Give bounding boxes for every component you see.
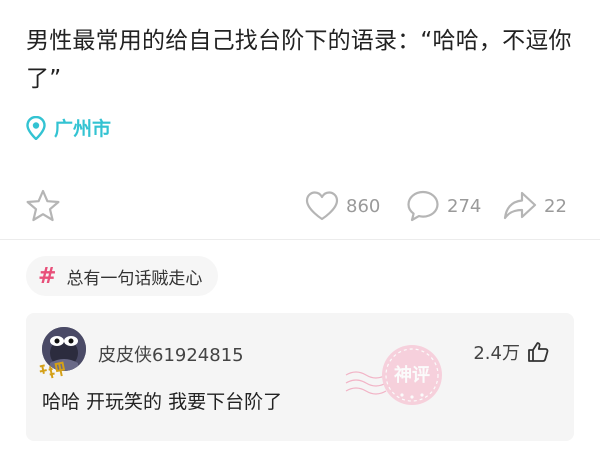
post-card: 男性最常用的给自己找台阶下的语录：“哈哈，不逗你了” 广州市 860 274 2… xyxy=(0,0,600,240)
location-tag[interactable]: 广州市 xyxy=(26,114,111,141)
comment-button[interactable]: 274 xyxy=(405,188,481,224)
topic-chip[interactable]: # 总有一句话贼走心 xyxy=(26,256,219,296)
share-count: 22 xyxy=(544,195,567,217)
star-icon xyxy=(26,189,60,222)
comment-like-button[interactable]: 2.4万 xyxy=(473,339,550,365)
comment-text: 哈哈 开玩笑的 我要下台阶了 xyxy=(42,391,283,413)
location-label: 广州市 xyxy=(54,118,112,140)
action-bar: 860 274 22 xyxy=(0,184,600,228)
comment-count: 274 xyxy=(447,195,482,217)
like-button[interactable]: 860 xyxy=(304,188,380,224)
hot-comment-card[interactable]: 皮皮侠61924815 2.4万 哈哈 开玩笑的 我要下台阶了 神评 xyxy=(26,313,574,441)
location-pin-icon xyxy=(26,115,46,140)
share-arrow-icon xyxy=(503,191,537,220)
thumbs-up-icon xyxy=(528,342,549,362)
post-text: 男性最常用的给自己找台阶下的语录：“哈哈，不逗你了” xyxy=(26,28,572,92)
topic-label: 总有一句话贼走心 xyxy=(66,268,203,289)
hashtag-icon: # xyxy=(38,263,57,289)
favorite-button[interactable] xyxy=(24,188,62,224)
god-comment-stamp-icon: 神评 xyxy=(345,345,442,405)
speech-bubble-icon xyxy=(407,190,439,222)
comment-like-count: 2.4万 xyxy=(473,343,520,364)
avatar-badge-icon xyxy=(36,357,68,384)
heart-icon xyxy=(305,191,339,221)
share-button[interactable]: 22 xyxy=(502,188,567,224)
stamp-label: 神评 xyxy=(394,364,430,386)
comment-username[interactable]: 皮皮侠61924815 xyxy=(98,341,244,367)
like-count: 860 xyxy=(346,195,381,217)
